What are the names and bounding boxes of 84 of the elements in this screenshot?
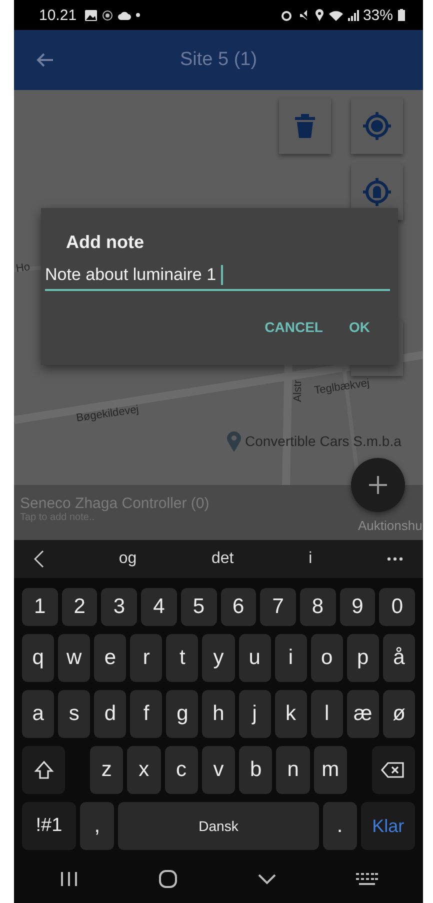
keyboard-key[interactable]: q [22,634,54,682]
keyboard-key[interactable]: b [239,746,272,794]
keyboard-key[interactable]: . [322,802,358,850]
more-icon[interactable] [386,557,403,561]
keyboard-key[interactable]: 8 [300,588,336,626]
keyboard-key[interactable]: a [22,690,54,738]
keyboard-key[interactable]: s [58,690,90,738]
keyboard-key[interactable]: e [94,634,126,682]
keyboard-key[interactable]: i [274,634,307,682]
ok-button[interactable]: OK [339,315,380,339]
backspace-icon [381,762,406,778]
word-suggestion[interactable]: og [118,550,137,568]
map-pin-icon [226,430,242,452]
keyboard-key[interactable]: d [94,690,126,738]
keyboard-key[interactable]: x [127,746,161,794]
keyboard-key[interactable]: å [382,634,416,682]
keyboard-key[interactable]: c [164,746,198,794]
backspace-key[interactable] [372,746,415,794]
keyboard-key[interactable]: h [202,690,235,738]
keyboard-key[interactable]: n [276,746,310,794]
chevron-down-icon[interactable] [256,873,277,885]
trash-icon [295,114,315,138]
dot-icon [136,13,140,17]
keyboard-key[interactable]: z [90,746,124,794]
keyboard-key[interactable]: ø [382,690,416,738]
keyboard-key[interactable]: 3 [101,588,138,626]
location-icon [314,9,324,21]
keyboard-key[interactable]: 5 [180,588,217,626]
plus-icon [369,476,387,494]
keyboard-key[interactable]: m [314,746,348,794]
keyboard-key[interactable]: 0 [379,588,416,626]
status-time: 10.21 [39,6,77,24]
keyboard-key[interactable]: r [130,634,162,682]
keyboard-key[interactable]: f [130,690,162,738]
keyboard-key[interactable]: l [310,690,343,738]
word-suggestion[interactable]: det [211,550,234,568]
keyboard-key[interactable]: 4 [141,588,177,626]
battery-icon [398,9,405,21]
keyboard-key[interactable]: o [310,634,343,682]
back-arrow-icon[interactable] [36,52,54,68]
keyboard-icon[interactable] [356,873,378,885]
keyboard-key[interactable]: k [274,690,307,738]
keyboard-key[interactable]: w [58,634,90,682]
keyboard-key[interactable]: v [202,746,236,794]
cancel-button[interactable]: CANCEL [254,315,333,339]
wifi-icon [328,10,343,20]
word-suggestion[interactable]: i [308,550,312,568]
keyboard-key[interactable]: 6 [220,588,256,626]
image-icon [84,10,97,20]
keyboard-key[interactable]: y [202,634,235,682]
keyboard-key[interactable]: 1 [22,588,58,626]
street-name: Teglbækvej [313,377,370,397]
place-name: Convertible Cars S.m.b.a [245,433,402,449]
keyboard-key[interactable]: 7 [260,588,296,626]
shift-icon [34,760,54,780]
dialog-title: Add note [66,232,144,253]
keyboard-key[interactable]: !#1 [22,802,76,850]
screen-title: Site 5 (1) [180,49,258,71]
signal-icon [348,10,360,20]
recent-apps-icon[interactable] [59,871,80,887]
keyboard-key[interactable]: 2 [62,588,98,626]
keyboard-key[interactable]: æ [346,690,379,738]
space-key[interactable]: Dansk [118,802,319,850]
keyboard-key[interactable]: , [80,802,114,850]
done-key[interactable]: Klar [361,802,416,850]
street-name: Alstr [292,380,304,402]
keyboard-key[interactable]: j [238,690,271,738]
chevron-left-icon[interactable] [34,550,44,568]
battery-percent: 33% [362,6,393,24]
note-input-field[interactable]: Note about luminaire 1 [45,265,390,291]
shift-key[interactable] [22,746,66,794]
crosshair-lamp-icon [363,112,391,140]
street-name: Bøgekildevej [75,404,140,424]
keyboard-key[interactable]: p [346,634,379,682]
circle-icon [102,10,113,20]
keyboard-key[interactable]: g [166,690,198,738]
street-name: Auktionshu [358,518,422,533]
crosshair-lamp-icon [363,178,391,206]
home-icon[interactable] [158,870,178,888]
keyboard-key[interactable]: 9 [340,588,376,626]
cloud-icon [118,10,131,20]
street-name: Ho [15,261,31,275]
keyboard-key[interactable]: u [238,634,271,682]
keyboard-key[interactable]: t [166,634,198,682]
